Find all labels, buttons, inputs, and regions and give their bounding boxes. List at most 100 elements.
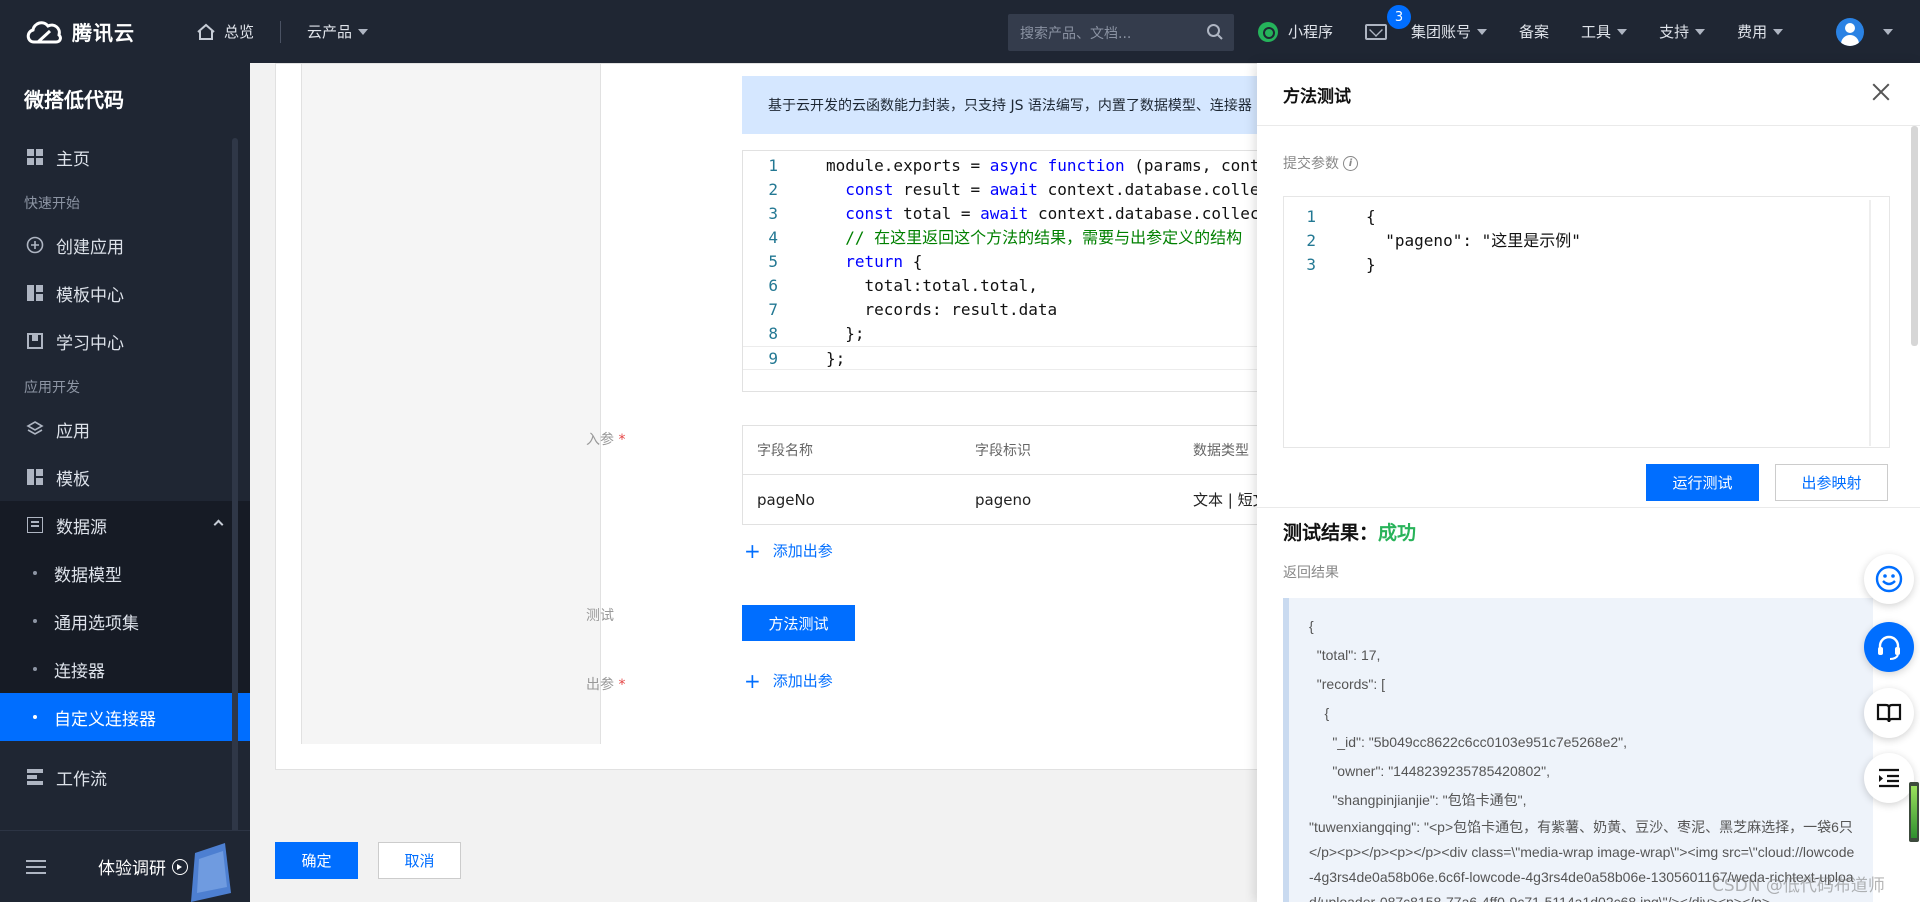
code-line[interactable]: 1{ — [1284, 205, 1889, 229]
add-param-link[interactable]: + 添加出参 — [744, 540, 833, 561]
sidebar-item-template-center[interactable]: 模板中心 — [0, 269, 250, 317]
book-icon — [26, 332, 44, 350]
field-key-cell: pageno — [975, 490, 1032, 509]
products-menu[interactable]: 云产品 — [307, 21, 369, 42]
json-line: { — [1309, 705, 1330, 721]
smile-feedback-button[interactable] — [1864, 554, 1914, 604]
sidebar-item-apps[interactable]: 应用 — [0, 405, 250, 453]
layers-icon — [26, 420, 44, 438]
filing-link[interactable]: 备案 — [1519, 21, 1549, 42]
sidebar-group-quickstart: 快速开始 — [24, 196, 80, 212]
sidebar-item-custom-connectors[interactable]: 自定义连接器 — [0, 693, 250, 741]
code-text: "pageno": "这里是示例" — [1366, 231, 1581, 250]
sidebar-item-datasource[interactable]: 数据源 — [0, 501, 250, 549]
cloud-logo-icon — [26, 20, 62, 43]
code-line[interactable]: 4 // 在这里返回这个方法的结果，需要与出参定义的结构 — [743, 226, 1301, 250]
caret-down-icon — [1617, 28, 1628, 35]
billing-label: 费用 — [1737, 23, 1768, 41]
mail-icon[interactable] — [1365, 23, 1388, 40]
plus-icon: + — [744, 538, 761, 563]
line-number: 7 — [768, 300, 778, 319]
avatar[interactable] — [1836, 18, 1864, 46]
docs-button[interactable] — [1864, 688, 1914, 738]
home-icon — [197, 23, 215, 40]
code-line[interactable]: 9}; — [743, 346, 1301, 370]
editor-scrollbar[interactable] — [1869, 200, 1871, 446]
params-json-editor[interactable]: 1{2 "pageno": "这里是示例" 3} — [1283, 196, 1890, 448]
group-account-label: 集团账号 — [1411, 23, 1472, 41]
code-text: }; — [826, 349, 846, 368]
miniprogram-link[interactable]: 小程序 — [1258, 21, 1333, 42]
code-editor[interactable]: 1 module.exports = async function (params… — [742, 150, 1302, 392]
code-line[interactable]: 2 "pageno": "这里是示例" — [1284, 229, 1889, 253]
column-header: 字段标识 — [975, 443, 1031, 459]
line-number: 3 — [768, 204, 778, 223]
divider — [280, 20, 282, 43]
overview-link[interactable]: 总览 — [196, 21, 254, 42]
line-number: 4 — [768, 228, 778, 247]
code-text: } — [1366, 255, 1376, 274]
sidebar-item-label: 创建应用 — [56, 237, 124, 258]
sidebar-item-templates[interactable]: 模板 — [0, 453, 250, 501]
sidebar-item-data-model[interactable]: 数据模型 — [0, 549, 250, 597]
line-number: 1 — [768, 156, 778, 175]
code-line[interactable]: 3 const total = await context.database.c… — [743, 202, 1301, 226]
caret-down-icon[interactable] — [1883, 29, 1893, 35]
sidebar-item-label: 模板 — [56, 469, 90, 490]
add-output-param-link[interactable]: + 添加出参 — [744, 670, 833, 691]
confirm-button[interactable]: 确定 — [275, 842, 358, 879]
support-menu[interactable]: 支持 — [1659, 21, 1706, 42]
customer-service-button[interactable] — [1864, 622, 1914, 672]
run-test-button[interactable]: 运行测试 — [1646, 464, 1759, 501]
divider — [1257, 507, 1920, 508]
billing-menu[interactable]: 费用 — [1737, 21, 1784, 42]
code-text: // 在这里返回这个方法的结果，需要与出参定义的结构 — [845, 228, 1243, 247]
line-number: 6 — [768, 276, 778, 295]
mail-badge: 3 — [1387, 5, 1411, 29]
close-icon[interactable] — [1872, 83, 1890, 101]
table-row[interactable]: pageNo pageno 文本 | 短文本 — [743, 475, 1301, 524]
sidebar-title: 微搭低代码 — [24, 87, 124, 112]
line-number: 5 — [768, 252, 778, 271]
sidebar-item-label: 应用 — [56, 421, 90, 442]
search-input[interactable]: 搜索产品、文档... — [1008, 14, 1234, 51]
sidebar-item-create-app[interactable]: 创建应用 — [0, 221, 250, 269]
code-line[interactable]: 5 return { — [743, 250, 1301, 274]
code-line[interactable]: 6 total:total.total, — [743, 274, 1301, 298]
code-line[interactable]: 1 module.exports = async function (params… — [743, 154, 1301, 178]
group-account-menu[interactable]: 集团账号 — [1411, 21, 1488, 42]
outline-button[interactable] — [1864, 753, 1914, 803]
sidebar-item-label: 数据模型 — [54, 565, 122, 586]
sidebar-group-appdev: 应用开发 — [24, 380, 80, 396]
sidebar-item-home[interactable]: 主页 — [0, 133, 250, 181]
survey-link[interactable]: 体验调研 — [98, 854, 188, 879]
sidebar-item-learning-center[interactable]: 学习中心 — [0, 317, 250, 365]
cancel-button[interactable]: 取消 — [378, 842, 461, 879]
tools-menu[interactable]: 工具 — [1581, 21, 1628, 42]
json-line: "owner": "1448239235785420802", — [1309, 763, 1550, 779]
sidebar-item-connectors[interactable]: 连接器 — [0, 645, 250, 693]
add-param-label: 添加出参 — [772, 542, 833, 560]
method-test-drawer: 方法测试 提交参数 i 1{2 "pageno": "这里是示例" 3} 运行测试 … — [1257, 63, 1920, 902]
search-icon[interactable] — [1206, 23, 1224, 41]
code-line[interactable]: 2 const result = await context.database.… — [743, 178, 1301, 202]
template-icon — [26, 468, 44, 486]
main-content: 基于云开发的云函数能力封装，只支持 JS 语法编写，内置了数据模型、连接器 1 m… — [250, 63, 1302, 902]
test-label: 测试 — [586, 608, 614, 624]
brand-name: 腾讯云 — [72, 21, 135, 45]
info-icon[interactable]: i — [1343, 155, 1358, 171]
sidebar-item-option-sets[interactable]: 通用选项集 — [0, 597, 250, 645]
drawer-scrollbar[interactable] — [1911, 126, 1918, 346]
output-mapping-button[interactable]: 出参映射 — [1775, 464, 1888, 501]
menu-collapse-icon[interactable] — [26, 856, 46, 878]
code-line[interactable]: 8 }; — [743, 322, 1301, 346]
tencent-cloud-logo[interactable]: 腾讯云 — [24, 17, 174, 46]
submit-params-label: 提交参数 i — [1283, 153, 1358, 173]
method-test-button[interactable]: 方法测试 — [742, 605, 855, 641]
code-line[interactable]: 7 records: result.data — [743, 298, 1301, 322]
test-result-heading: 测试结果：成功 — [1283, 522, 1417, 544]
code-line[interactable]: 3} — [1284, 253, 1889, 277]
sidebar-item-workflow[interactable]: 工作流 — [0, 753, 250, 801]
top-navbar: 腾讯云 总览 云产品 搜索产品、文档... 小程序 集团账号 备案 工具 支持 … — [0, 0, 1920, 63]
sidebar-scrollbar[interactable] — [232, 138, 238, 838]
